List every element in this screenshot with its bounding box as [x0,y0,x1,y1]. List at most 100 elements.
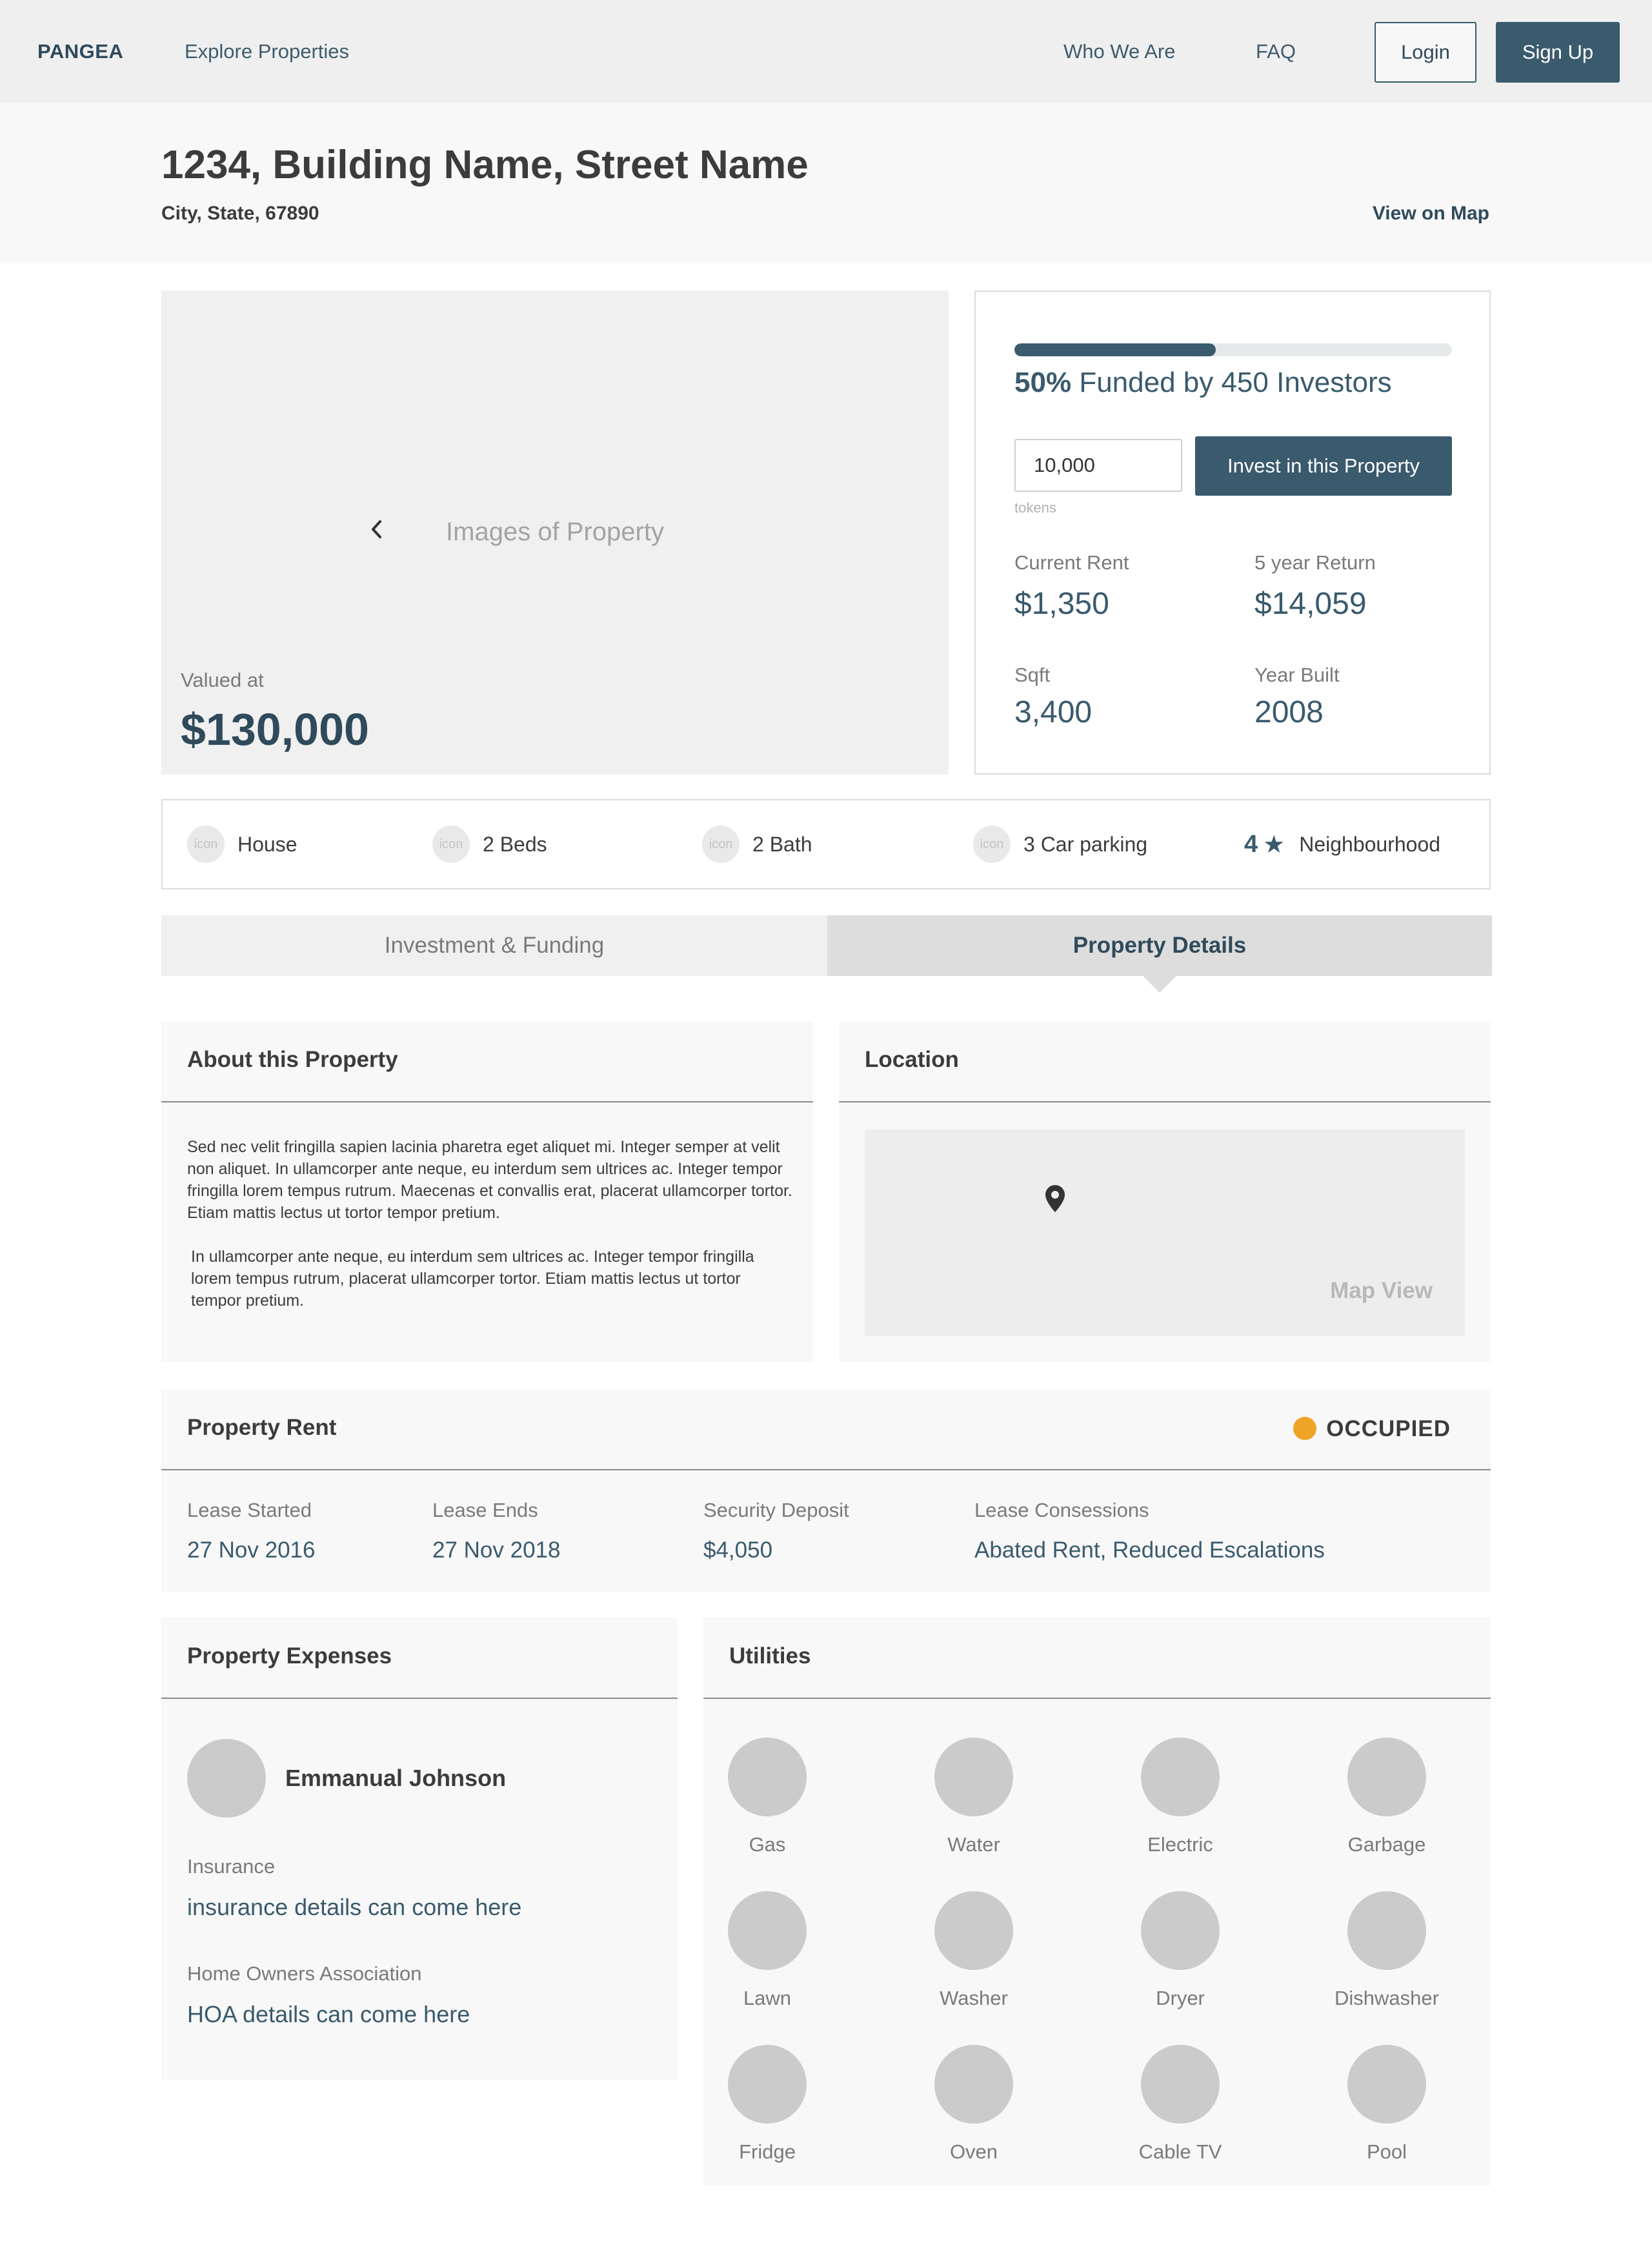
utility-label: Oven [949,2140,998,2163]
feature-label: House [237,832,297,856]
feature-label: 2 Beds [483,832,547,856]
funding-panel: 50% Funded by 450 Investors tokens Inves… [974,290,1491,775]
neighbourhood-score: 4 [1244,830,1258,858]
tokens-hint: tokens [1014,500,1056,516]
about-paragraph: Sed nec velit fringilla sapien lacinia p… [187,1138,792,1222]
utilities-card: Utilities Gas Water Electric Garbage Law… [703,1618,1491,2186]
property-expenses-title: Property Expenses [187,1643,392,1669]
feature-bath: icon 2 Bath [702,800,812,888]
property-address: City, State, 67890 [161,203,319,224]
person-name: Emmanual Johnson [285,1765,507,1791]
utility-dryer: Dryer [1116,1891,1245,2010]
lawn-icon [728,1891,807,1970]
map-view-label: Map View [1330,1278,1433,1303]
fridge-icon [728,2045,807,2124]
dryer-icon [1141,1891,1220,1970]
signup-button[interactable]: Sign Up [1496,22,1620,83]
gas-icon [728,1738,807,1816]
tab-property-details[interactable]: Property Details [827,915,1492,993]
dishwasher-icon [1347,1891,1426,1970]
current-rent-value: $1,350 [1014,587,1109,621]
five-year-return-label: 5 year Return [1254,551,1376,574]
car-icon: icon [973,826,1011,863]
divider [703,1698,1491,1699]
property-title: 1234, Building Name, Street Name [161,143,809,187]
map-pin-icon[interactable] [1045,1185,1065,1215]
feature-label: 3 Car parking [1023,832,1148,856]
nav-who-we-are[interactable]: Who We Are [1063,40,1175,63]
utilities-title: Utilities [729,1643,811,1669]
star-icon: ★ [1263,831,1285,858]
invest-button[interactable]: Invest in this Property [1195,436,1452,496]
property-features: icon House icon 2 Beds icon 2 Bath icon … [161,799,1491,889]
property-header: 1234, Building Name, Street Name City, S… [0,103,1652,263]
year-built-label: Year Built [1254,664,1340,686]
funding-progress-fill [1014,343,1216,356]
top-navbar: PANGEA Explore Properties Who We Are FAQ… [0,0,1652,103]
hoa-value: HOA details can come here [187,2001,470,2027]
feature-neighbourhood: 4 ★ Neighbourhood [1244,800,1440,888]
lease-started-label: Lease Started [187,1499,312,1521]
brand-logo[interactable]: PANGEA [37,40,123,63]
current-rent-label: Current Rent [1014,551,1129,574]
about-title: About this Property [187,1047,398,1072]
insurance-value: insurance details can come here [187,1894,522,1920]
location-map[interactable]: Map View [865,1130,1465,1336]
tab-investment-funding[interactable]: Investment & Funding [161,915,827,976]
security-deposit-label: Security Deposit [703,1499,849,1521]
funding-status: 50% Funded by 450 Investors [1014,367,1392,399]
sqft-label: Sqft [1014,664,1051,686]
funded-percent: 50% [1014,367,1072,398]
utility-label: Dishwasher [1335,1987,1439,2009]
bath-icon: icon [702,826,740,863]
utility-fridge: Fridge [703,2045,832,2164]
cable-tv-icon [1141,2045,1220,2124]
lease-concessions-value: Abated Rent, Reduced Escalations [974,1537,1325,1563]
utility-oven: Oven [909,2045,1038,2164]
nav-explore-properties[interactable]: Explore Properties [185,40,349,63]
electric-icon [1141,1738,1220,1816]
login-button[interactable]: Login [1375,22,1476,83]
divider [161,1698,678,1699]
lease-concessions-label: Lease Consessions [974,1499,1149,1521]
five-year-return-value: $14,059 [1254,587,1367,621]
feature-parking: icon 3 Car parking [973,800,1147,888]
house-icon: icon [187,826,225,863]
gallery-placeholder: Images of Property [446,518,664,546]
status-dot-icon [1293,1417,1316,1440]
property-rent-card: Property Rent OCCUPIED Lease Started 27 … [161,1389,1491,1592]
washer-icon [934,1891,1013,1970]
view-on-map-link[interactable]: View on Map [1373,203,1489,225]
utility-label: Fridge [739,2140,796,2163]
utility-lawn: Lawn [703,1891,832,2010]
utility-dishwasher: Dishwasher [1322,1891,1451,2010]
garbage-icon [1347,1738,1426,1816]
sqft-value: 3,400 [1014,695,1093,729]
neighbourhood-label: Neighbourhood [1299,832,1441,856]
utility-label: Washer [940,1987,1008,2009]
about-paragraph: In ullamcorper ante neque, eu interdum s… [191,1248,754,1310]
valued-at-amount: $130,000 [181,704,369,755]
about-property-card: About this Property Sed nec velit fringi… [161,1021,813,1362]
divider [161,1469,1491,1470]
utility-cable-tv: Cable TV [1116,2045,1245,2164]
detail-tabs: Investment & Funding Property Details [161,915,1492,993]
security-deposit-value: $4,050 [703,1537,773,1563]
property-rent-title: Property Rent [187,1415,337,1440]
tokens-input[interactable] [1014,439,1182,492]
funded-text: Funded by 450 Investors [1079,367,1392,398]
utility-label: Lawn [743,1987,792,2009]
utility-label: Electric [1147,1833,1213,1856]
property-expenses-card: Property Expenses Emmanual Johnson Insur… [161,1618,678,2080]
utility-label: Water [947,1833,1000,1856]
water-icon [934,1738,1013,1816]
nav-faq[interactable]: FAQ [1256,40,1296,63]
feature-beds: icon 2 Beds [432,800,547,888]
utility-label: Gas [749,1833,786,1856]
about-description: Sed nec velit fringilla sapien lacinia p… [187,1136,794,1312]
feature-label: 2 Bath [752,832,812,856]
utility-washer: Washer [909,1891,1038,2010]
divider [161,1101,813,1102]
utility-label: Cable TV [1138,2140,1222,2163]
insurance-label: Insurance [187,1855,276,1878]
